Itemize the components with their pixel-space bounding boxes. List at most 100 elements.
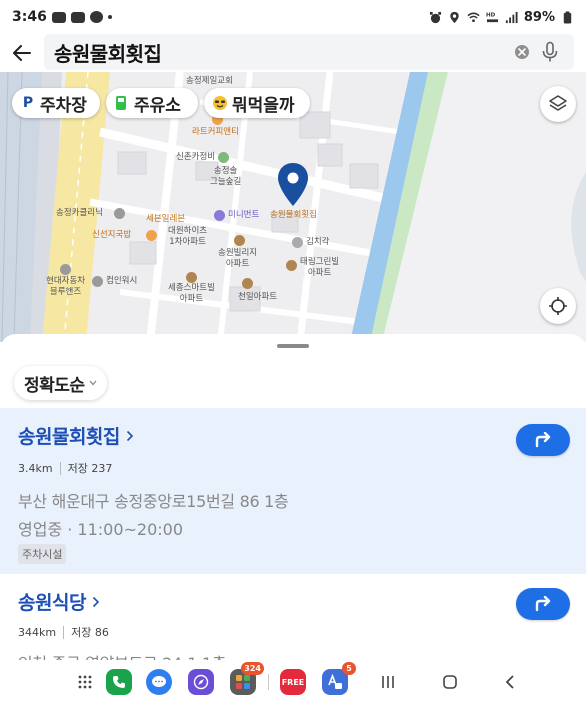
chat-bubble-icon bbox=[152, 676, 166, 687]
poi-songwon-villa[interactable]: 송원빌리지 아파트 bbox=[218, 248, 257, 270]
directions-icon bbox=[535, 596, 551, 612]
microphone-icon bbox=[542, 41, 558, 62]
arrow-left-icon bbox=[13, 45, 31, 61]
more-notifications-icon bbox=[107, 15, 112, 19]
poi-target[interactable]: 송원물회횟집 bbox=[270, 210, 317, 221]
poi-seven-eleven[interactable]: 세븐일레븐 bbox=[146, 214, 185, 225]
poi-hyundai[interactable]: 현대자동차 블루핸즈 bbox=[46, 276, 85, 298]
result-1-meta: 3.4km 저장 237 bbox=[18, 460, 112, 476]
location-icon bbox=[450, 11, 459, 23]
parking-chip[interactable]: P 주차장 bbox=[12, 88, 100, 118]
app-drawer-button[interactable] bbox=[72, 669, 98, 695]
apartment-icon bbox=[234, 235, 245, 246]
result-1-saved: 저장 237 bbox=[67, 462, 113, 475]
result-item-1[interactable]: 송원물회횟집 3.4km 저장 237 부산 해운대구 송정중앙로15번길 86… bbox=[0, 408, 586, 574]
food-chip-label: 뭐먹을까 bbox=[232, 95, 295, 116]
messages-app-icon[interactable] bbox=[146, 669, 172, 695]
translate-badge: 5 bbox=[342, 662, 356, 675]
chevron-right-icon bbox=[92, 596, 100, 607]
kimchi-icon bbox=[292, 237, 303, 248]
search-input[interactable]: 송원물회횟집 bbox=[44, 34, 574, 70]
result-1-name: 송원물회횟집 bbox=[18, 426, 120, 448]
recents-icon bbox=[382, 676, 394, 688]
gas-station-icon bbox=[116, 96, 126, 110]
compass-icon bbox=[193, 674, 209, 690]
location-pin-icon[interactable] bbox=[276, 162, 310, 210]
food-chip[interactable]: 뭐먹을까 bbox=[204, 88, 310, 118]
meta-divider bbox=[63, 625, 65, 639]
car-service-icon bbox=[114, 208, 125, 219]
current-location-button[interactable] bbox=[540, 288, 576, 324]
gallery-folder-icon[interactable]: 324 bbox=[230, 662, 264, 695]
poi-kimchi[interactable]: 김치각 bbox=[306, 237, 329, 248]
result-2-name: 송원식당 bbox=[18, 592, 86, 614]
clear-search-button[interactable] bbox=[514, 44, 530, 60]
voice-search-button[interactable] bbox=[540, 41, 560, 63]
sort-dropdown[interactable]: 정확도순 bbox=[14, 366, 107, 400]
poi-cheonil[interactable]: 천일아파트 bbox=[238, 292, 277, 303]
result-1-address: 부산 해운대구 송정중앙로15번길 86 1층 bbox=[18, 492, 289, 511]
free-app-icon[interactable]: FREE bbox=[280, 669, 306, 695]
car-repair-icon bbox=[60, 264, 71, 275]
alarm-icon bbox=[429, 11, 441, 23]
phone-app-icon[interactable] bbox=[106, 669, 132, 695]
nav-back-button[interactable] bbox=[500, 672, 520, 692]
poi-computer[interactable]: 컴인워시 bbox=[106, 276, 137, 287]
poi-minivan[interactable]: 미니번트 bbox=[228, 210, 259, 221]
poi-cafe[interactable]: 라트커피앤티 bbox=[192, 127, 239, 138]
result-2-title[interactable]: 송원식당 bbox=[18, 588, 100, 615]
poi-clinic[interactable]: 송정카클리닉 bbox=[56, 208, 103, 219]
apartment-icon-4 bbox=[242, 278, 253, 289]
translate-icon bbox=[328, 673, 342, 689]
wifi-icon bbox=[467, 12, 480, 22]
result-1-distance: 3.4km bbox=[18, 461, 53, 475]
poi-sejong[interactable]: 세종스마트빌 아파트 bbox=[168, 283, 215, 305]
gallery-badge: 324 bbox=[241, 662, 264, 675]
poi-garden[interactable]: 송정솔 그늘숲길 bbox=[210, 166, 241, 188]
apartment-icon-2 bbox=[286, 260, 297, 271]
battery-icon bbox=[563, 10, 572, 24]
park-icon bbox=[218, 152, 229, 163]
store-icon bbox=[214, 210, 225, 221]
browser-app-icon[interactable] bbox=[188, 669, 214, 695]
gas-station-chip[interactable]: 주유소 bbox=[106, 88, 198, 118]
map-layers-button[interactable] bbox=[540, 86, 576, 122]
recent-apps-button[interactable] bbox=[378, 672, 398, 692]
result-2-directions-button[interactable] bbox=[516, 588, 570, 620]
poi-church[interactable]: 송정제일교회 bbox=[186, 76, 233, 87]
result-2-saved: 저장 86 bbox=[71, 626, 109, 639]
meta-divider bbox=[59, 461, 61, 475]
free-app-label: FREE bbox=[281, 677, 305, 687]
result-1-hours: 영업중 · 11:00~20:00 bbox=[18, 520, 184, 539]
map-view[interactable]: 송정제일교회 라트커피앤티 신촌카정비 송정솔 그늘숲길 송정카클리닉 세븐일레… bbox=[0, 72, 586, 342]
phone-icon bbox=[113, 676, 125, 688]
results-sheet: 정확도순 송원물회횟집 3.4km 저장 237 부산 해운대구 송정중앙로15… bbox=[0, 334, 586, 660]
result-item-2[interactable]: 송원식당 344km 저장 86 인천 중구 영양부드로 24-1 1층 bbox=[0, 574, 586, 660]
poi-terim[interactable]: 태림그린빌 아파트 bbox=[300, 257, 339, 279]
chevron-right-icon bbox=[126, 430, 134, 441]
sheet-drag-handle[interactable] bbox=[277, 344, 309, 348]
result-2-meta: 344km 저장 86 bbox=[18, 624, 109, 640]
svg-text:HD: HD bbox=[486, 12, 496, 18]
poi-shinsun[interactable]: 신선지국밥 bbox=[92, 230, 131, 241]
crosshair-icon bbox=[549, 297, 567, 315]
dock-divider bbox=[268, 674, 269, 690]
app-folder-icon bbox=[236, 675, 250, 689]
home-button[interactable] bbox=[440, 672, 460, 692]
sort-label: 정확도순 bbox=[24, 375, 85, 396]
chevron-left-icon bbox=[505, 675, 514, 689]
apartment-icon-3 bbox=[186, 272, 197, 283]
search-query[interactable]: 송원물회횟집 bbox=[54, 38, 162, 67]
smile-face-icon bbox=[213, 96, 227, 110]
poi-shinchon[interactable]: 신촌카정비 bbox=[176, 152, 215, 163]
carwash-icon bbox=[92, 276, 103, 287]
poi-daewon[interactable]: 대원하이츠 1차아파트 bbox=[168, 226, 207, 248]
gas-station-chip-label: 주유소 bbox=[134, 95, 181, 116]
translate-app-icon[interactable]: 5 bbox=[322, 662, 356, 695]
signal-icon bbox=[505, 11, 518, 23]
result-1-directions-button[interactable] bbox=[516, 424, 570, 456]
talk-notification-icon bbox=[51, 11, 66, 23]
result-1-title[interactable]: 송원물회횟집 bbox=[18, 422, 134, 449]
back-button[interactable] bbox=[0, 34, 44, 72]
android-navigation-bar: 324 FREE 5 bbox=[0, 660, 586, 704]
